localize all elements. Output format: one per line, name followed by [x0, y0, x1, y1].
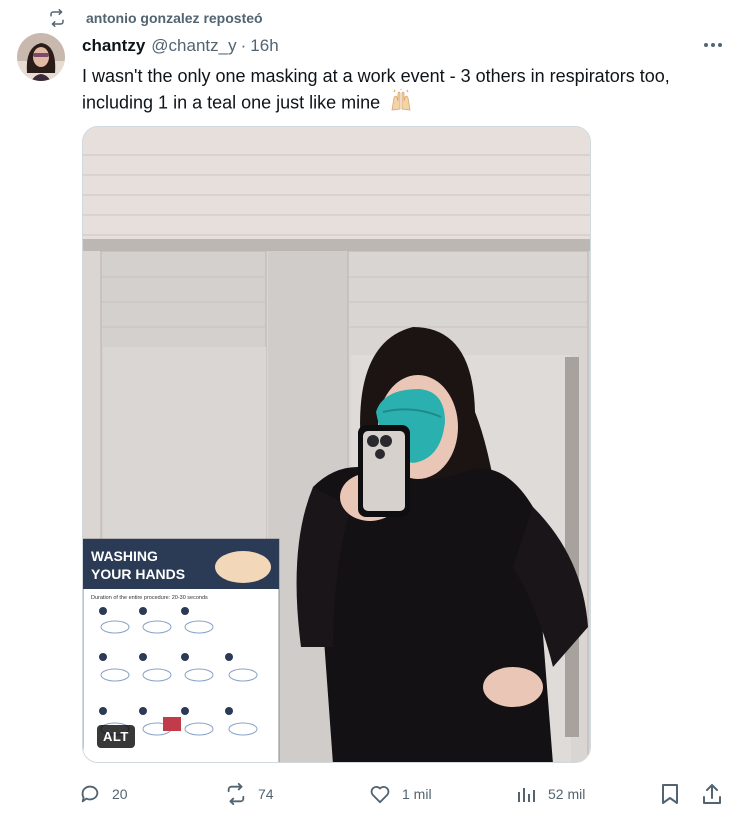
heart-icon — [368, 782, 392, 806]
timestamp[interactable]: 16h — [250, 36, 278, 56]
share-icon — [700, 782, 724, 806]
more-options-icon[interactable] — [700, 36, 726, 54]
tweet-actions: 20 74 1 mil 52 mil — [78, 780, 728, 808]
analytics-icon — [514, 782, 538, 806]
share-button[interactable] — [700, 780, 724, 808]
reply-count: 20 — [112, 786, 128, 802]
repost-count: 74 — [258, 786, 274, 802]
repost-icon — [46, 8, 68, 28]
views-button[interactable]: 52 mil — [514, 780, 585, 808]
bookmark-icon — [658, 782, 682, 806]
tweet-text: I wasn't the only one masking at a work … — [82, 64, 722, 118]
repost-label[interactable]: antonio gonzalez reposteó — [86, 10, 263, 26]
separator-dot: · — [240, 36, 247, 55]
tweet-image[interactable]: WASHING YOUR HANDS Duration of the entir… — [82, 126, 591, 763]
like-count: 1 mil — [402, 786, 432, 802]
alt-text-badge[interactable]: ALT — [97, 725, 135, 748]
bookmark-button[interactable] — [658, 780, 682, 808]
view-count: 52 mil — [548, 786, 586, 802]
repost-icon — [224, 782, 248, 806]
tweet-text-line-2: including 1 in a teal one just like mine — [82, 92, 381, 113]
poster-subtitle: Duration of the entire procedure: 20-30 … — [91, 595, 208, 601]
reply-icon — [78, 782, 102, 806]
poster-title-line-1: WASHING — [91, 548, 158, 564]
author-handle[interactable]: @chantz_y — [151, 36, 236, 56]
raising-hands-emoji-icon — [389, 89, 413, 118]
poster-title-line-2: YOUR HANDS — [91, 566, 185, 582]
tweet-header: chantzy @chantz_y · 16h — [82, 36, 279, 56]
author-name[interactable]: chantzy — [82, 36, 145, 56]
like-button[interactable]: 1 mil — [368, 780, 432, 808]
reply-button[interactable]: 20 — [78, 780, 128, 808]
tweet-text-line-1: I wasn't the only one masking at a work … — [82, 66, 670, 86]
repost-button[interactable]: 74 — [224, 780, 274, 808]
repost-header[interactable]: antonio gonzalez reposteó — [46, 8, 263, 28]
avatar[interactable] — [17, 33, 65, 81]
